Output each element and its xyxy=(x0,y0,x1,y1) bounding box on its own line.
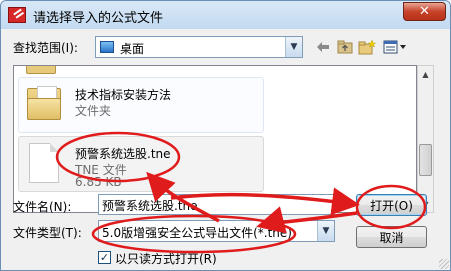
dialog-body: 查找范围(I): 桌面 ▼ 技术指标安装方法 文件夹 预警系统选股.tne TN… xyxy=(1,29,450,270)
file-name: 技术指标安装方法 xyxy=(75,88,172,102)
chevron-down-icon[interactable]: ▼ xyxy=(317,221,334,241)
readonly-checkbox[interactable]: ✓ xyxy=(98,251,111,264)
title-bar[interactable]: 请选择导入的公式文件 ✕ xyxy=(1,1,450,29)
close-icon: ✕ xyxy=(419,4,430,19)
filetype-label: 文件类型(T): xyxy=(13,226,82,240)
folder-icon xyxy=(27,86,63,122)
file-list[interactable]: 技术指标安装方法 文件夹 预警系统选股.tne TNE 文件 6.85 KB xyxy=(13,65,417,213)
window-title: 请选择导入的公式文件 xyxy=(33,11,164,26)
list-item[interactable]: 技术指标安装方法 文件夹 xyxy=(18,77,264,133)
new-folder-icon[interactable] xyxy=(358,38,376,56)
file-size: 6.85 KB xyxy=(75,175,122,189)
up-folder-icon[interactable] xyxy=(336,38,354,56)
file-type: 文件夹 xyxy=(75,104,112,118)
view-menu-icon[interactable] xyxy=(382,38,408,56)
filename-input[interactable]: 预警系统选股.tne xyxy=(98,194,335,215)
formula-app-icon xyxy=(8,7,26,23)
desktop-icon xyxy=(100,41,114,53)
scroll-thumb[interactable] xyxy=(419,144,432,176)
cancel-button[interactable]: 取消 xyxy=(356,226,427,248)
partial-folder-icon xyxy=(26,66,56,74)
list-item[interactable]: 预警系统选股.tne TNE 文件 6.85 KB xyxy=(18,136,264,192)
lookin-value: 桌面 xyxy=(120,42,145,56)
filetype-dropdown[interactable]: 5.0版增强安全公式导出文件(*.tne) ▼ xyxy=(98,220,335,242)
scroll-up-icon[interactable]: ▲ xyxy=(418,66,433,82)
open-button[interactable]: 打开(O) xyxy=(356,194,427,216)
close-button[interactable]: ✕ xyxy=(403,2,446,21)
vertical-scrollbar[interactable]: ▲ ▼ xyxy=(417,65,434,213)
open-file-dialog: 请选择导入的公式文件 ✕ 查找范围(I): 桌面 ▼ 技术指标安装方法 文件夹 … xyxy=(0,0,451,271)
lookin-dropdown[interactable]: 桌面 ▼ xyxy=(95,36,303,58)
filename-label: 文件名(N): xyxy=(13,200,72,214)
document-icon xyxy=(29,143,59,183)
readonly-label: 以只读方式打开(R) xyxy=(115,252,217,266)
resize-grip-icon[interactable] xyxy=(439,259,449,269)
chevron-down-icon[interactable]: ▼ xyxy=(285,37,302,57)
file-name: 预警系统选股.tne xyxy=(75,147,171,161)
filetype-value: 5.0版增强安全公式导出文件(*.tne) xyxy=(102,226,292,240)
lookin-label: 查找范围(I): xyxy=(13,41,78,55)
back-arrow-icon[interactable] xyxy=(314,38,332,56)
